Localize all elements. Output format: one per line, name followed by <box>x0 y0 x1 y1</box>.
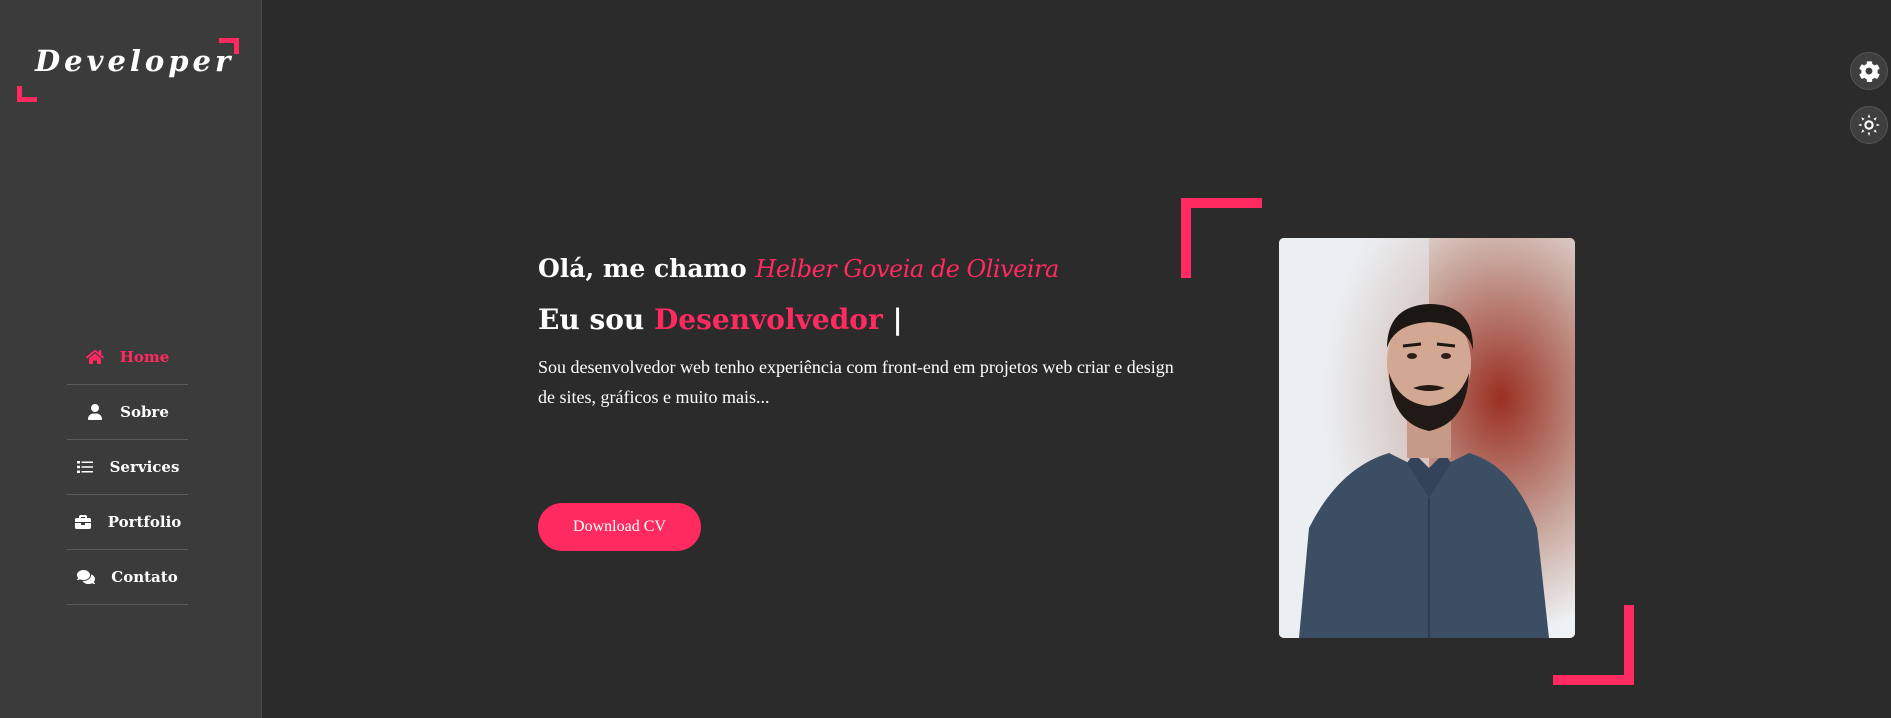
nav-item-sobre[interactable]: Sobre <box>67 385 188 440</box>
profile-photo <box>1279 238 1575 638</box>
nav-label-home: Home <box>119 348 170 366</box>
logo-bracket-bottom-left <box>17 86 37 102</box>
nav-label-services: Services <box>109 458 180 476</box>
nav-label-contato: Contato <box>111 568 178 586</box>
photo-frame-corner-top-left <box>1181 198 1262 278</box>
hero-section: Olá, me chamo Helber Goveia de Oliveira … <box>538 254 1178 412</box>
download-cv-button[interactable]: Download CV <box>538 503 701 551</box>
app-root: Developer Home Sobre Services Portfolio … <box>0 0 1891 718</box>
hero-description: Sou desenvolvedor web tenho experiência … <box>538 357 1174 407</box>
main-nav: Home Sobre Services Portfolio Contato <box>67 330 188 605</box>
settings-button[interactable] <box>1850 52 1888 90</box>
hero-name: Helber Goveia de Oliveira <box>755 255 1059 283</box>
typing-cursor: | <box>892 303 903 336</box>
photo-frame-corner-bottom-right <box>1553 605 1634 685</box>
greeting: Olá, me chamo Helber Goveia de Oliveira <box>538 254 1178 283</box>
nav-item-portfolio[interactable]: Portfolio <box>67 495 188 550</box>
sidebar: Developer Home Sobre Services Portfolio … <box>0 0 262 718</box>
role-prefix: Eu sou <box>538 303 645 336</box>
theme-toggle-button[interactable] <box>1850 106 1888 144</box>
list-icon <box>76 461 93 473</box>
role-line: Eu sou Desenvolvedor | <box>538 303 1178 336</box>
nav-item-contato[interactable]: Contato <box>67 550 188 605</box>
sun-icon <box>1858 114 1880 136</box>
comments-icon <box>77 570 96 584</box>
logo-text: Developer <box>35 44 235 78</box>
nav-item-home[interactable]: Home <box>67 330 188 385</box>
user-icon <box>88 404 103 420</box>
nav-item-services[interactable]: Services <box>67 440 188 495</box>
greeting-prefix: Olá, me chamo <box>538 254 747 283</box>
logo[interactable]: Developer <box>17 38 239 102</box>
gear-icon <box>1859 61 1880 82</box>
profile-photo-illustration <box>1279 238 1575 638</box>
nav-label-sobre: Sobre <box>120 403 169 421</box>
role-typed: Desenvolvedor <box>654 303 883 336</box>
briefcase-icon <box>74 515 91 529</box>
home-icon <box>85 349 104 364</box>
nav-label-portfolio: Portfolio <box>107 513 182 531</box>
